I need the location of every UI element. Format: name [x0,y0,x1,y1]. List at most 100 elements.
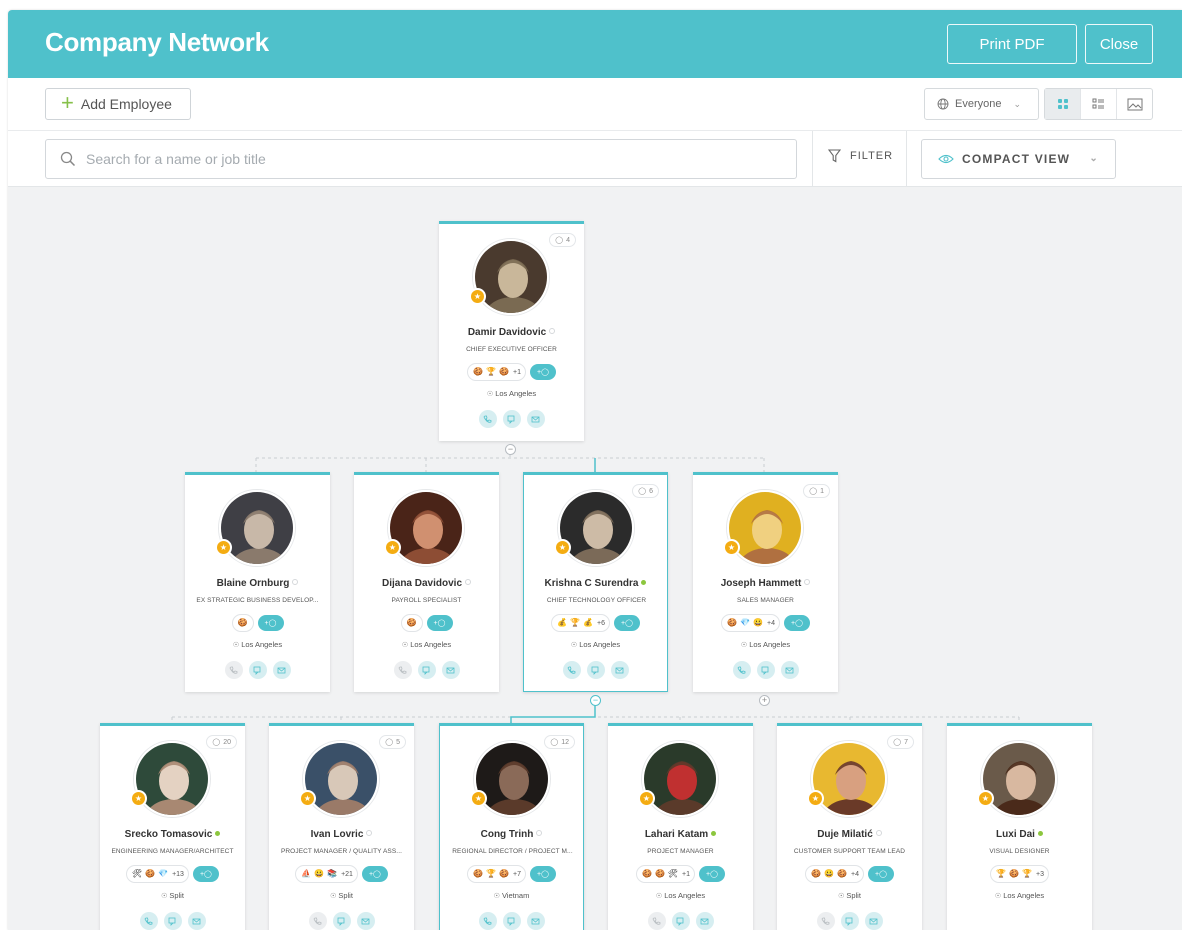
contact-actions [777,912,922,930]
employee-name[interactable]: Cong Trinh [440,829,583,840]
close-button[interactable]: Close [1085,24,1153,64]
employee-card[interactable]: ★ Luxi Dai VISUAL DESIGNER 🏆 🍪 🏆 +3 ☉ Los Angele… [947,723,1092,930]
badges-row: 🍪 😀 🍪 +4 +◯ [777,865,922,883]
give-kudos-button[interactable]: +◯ [529,866,556,882]
add-employee-button[interactable]: + Add Employee [45,88,191,120]
chat-icon [507,917,515,926]
give-kudos-button[interactable]: +◯ [361,866,388,882]
phone-button[interactable] [224,661,243,679]
reports-value: 6 [649,487,653,495]
phone-button[interactable] [562,661,581,679]
job-title: REGIONAL DIRECTOR / PROJECT M... [452,848,573,855]
badge-icon: 💰 [583,618,593,627]
employee-name[interactable]: Blaine Ornburg [185,578,330,589]
employee-card[interactable]: ★ Dijana Davidovic PAYROLL SPECIALIST 🍪 +◯ ☉ L… [354,472,499,692]
collapse-toggle[interactable]: − [505,444,516,455]
employee-card[interactable]: ◯ 1 ★ Joseph Hammett SALES MANAGER 🍪 💎 😀 +4 +◯ ☉ Lo… [693,472,838,692]
phone-button[interactable] [816,912,835,930]
email-button[interactable] [356,912,375,930]
employee-card[interactable]: ★ Lahari Katam PROJECT MANAGER 🍪 🍪 🛠 +1 +◯ ☉ Los … [608,723,753,930]
employee-card[interactable]: ◯ 5 ★ Ivan Lovric PROJECT MANAGER / QUALITY … [269,723,414,930]
give-kudos-button[interactable]: +◯ [257,615,284,631]
collapse-toggle[interactable]: − [590,695,601,706]
give-kudos-button[interactable]: +◯ [783,615,810,631]
email-button[interactable] [187,912,206,930]
chat-button[interactable] [756,661,775,679]
reports-value: 4 [566,236,570,244]
compact-view-dropdown[interactable]: COMPACT VIEW ⌄ [921,139,1116,179]
email-button[interactable] [526,912,545,930]
employee-name[interactable]: Joseph Hammett [693,578,838,589]
badge-group[interactable]: 🏆 🍪 🏆 +3 [990,865,1049,883]
employee-card[interactable]: ◯ 7 ★ Duje Milatić CUSTOMER SUPPORT TEAM LEA… [777,723,922,930]
badge-group[interactable]: 🍪 [400,614,423,632]
employee-card[interactable]: ◯ 4 ★ Damir Davidovic CHIEF EXECUTIVE OFFICE… [439,221,584,441]
badge-group[interactable]: 🍪 💎 😀 +4 [721,614,780,632]
list-view-button[interactable] [1081,89,1117,119]
contact-actions [100,912,245,930]
chat-button[interactable] [502,410,521,428]
badge-icon: 🍪 [1009,869,1019,878]
email-button[interactable] [695,912,714,930]
email-button[interactable] [526,410,545,428]
badge-group[interactable]: 🍪 🍪 🛠 +1 [636,865,695,883]
chat-button[interactable] [332,912,351,930]
employee-name[interactable]: Duje Milatić [777,829,922,840]
give-kudos-button[interactable]: +◯ [698,866,725,882]
give-kudos-button[interactable]: +◯ [867,866,894,882]
badge-group[interactable]: 💰 🏆 💰 +6 [551,614,610,632]
phone-button[interactable] [308,912,327,930]
give-kudos-button[interactable]: +◯ [529,364,556,380]
badge-group[interactable]: 🛠 🍪 💎 +13 [126,865,189,883]
image-view-button[interactable] [1117,89,1152,119]
badges-row: ⛵ 😀 📚 +21 +◯ [269,865,414,883]
badge-group[interactable]: 🍪 [231,614,254,632]
badge-group[interactable]: 🍪 🏆 🍪 +7 [467,865,526,883]
chat-button[interactable] [163,912,182,930]
badge-icon: 🍪 [499,869,509,878]
grid-view-button[interactable] [1045,89,1081,119]
email-button[interactable] [864,912,883,930]
email-button[interactable] [272,661,291,679]
email-button[interactable] [780,661,799,679]
search-input[interactable] [86,151,736,167]
give-kudos-button[interactable]: +◯ [192,866,219,882]
employee-card[interactable]: ★ Blaine Ornburg EX STRATEGIC BUSINESS DEV… [185,472,330,692]
toolbar: + Add Employee Everyone ⌄ [8,78,1182,131]
employee-card[interactable]: ◯ 12 ★ Cong Trinh REGIONAL DIRECTOR / PROJEC… [439,723,584,930]
status-dot [292,579,299,585]
chat-button[interactable] [248,661,267,679]
give-kudos-button[interactable]: +◯ [426,615,453,631]
badge-group[interactable]: 🍪 😀 🍪 +4 [805,865,864,883]
chat-button[interactable] [840,912,859,930]
chat-button[interactable] [671,912,690,930]
badge-group[interactable]: ⛵ 😀 📚 +21 [295,865,358,883]
phone-button[interactable] [478,410,497,428]
employee-name[interactable]: Luxi Dai [947,829,1092,840]
employee-name[interactable]: Dijana Davidovic [354,578,499,589]
print-pdf-button[interactable]: Print PDF [947,24,1077,64]
phone-button[interactable] [139,912,158,930]
employee-card[interactable]: ◯ 6 ★ Krishna C Surendra CHIEF TECHNOLOGY OF… [523,472,668,692]
email-button[interactable] [441,661,460,679]
employee-name[interactable]: Ivan Lovric [269,829,414,840]
globe-icon [937,98,949,110]
employee-name[interactable]: Srecko Tomasovic [100,829,245,840]
chat-button[interactable] [417,661,436,679]
chat-button[interactable] [586,661,605,679]
phone-button[interactable] [647,912,666,930]
employee-name[interactable]: Lahari Katam [608,829,753,840]
badge-group[interactable]: 🍪 🏆 🍪 +1 [467,363,526,381]
phone-button[interactable] [732,661,751,679]
phone-button[interactable] [478,912,497,930]
chat-button[interactable] [502,912,521,930]
give-kudos-button[interactable]: +◯ [613,615,640,631]
email-button[interactable] [610,661,629,679]
expand-toggle[interactable]: + [759,695,770,706]
employee-name[interactable]: Krishna C Surendra [524,578,667,589]
employee-name[interactable]: Damir Davidovic [439,327,584,338]
employee-card[interactable]: ◯ 20 ★ Srecko Tomasovic ENGINEERING MANAGER/… [100,723,245,930]
filter-button[interactable]: FILTER [828,149,893,163]
phone-button[interactable] [393,661,412,679]
scope-dropdown[interactable]: Everyone ⌄ [924,88,1039,120]
